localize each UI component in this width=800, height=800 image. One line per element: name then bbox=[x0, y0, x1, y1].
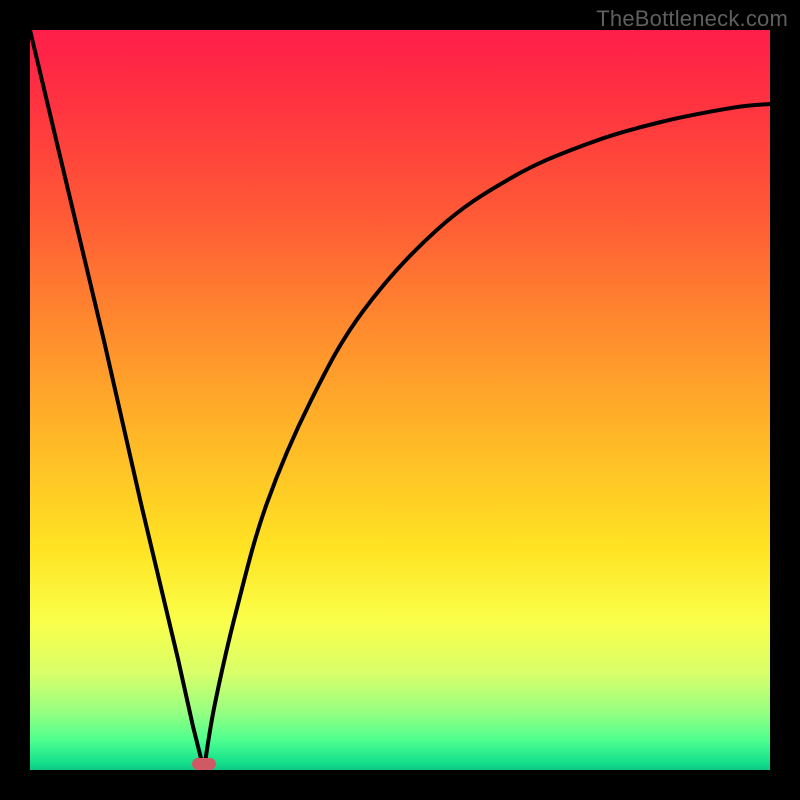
plot-area bbox=[30, 30, 770, 770]
watermark-text: TheBottleneck.com bbox=[596, 6, 788, 32]
chart-frame: TheBottleneck.com bbox=[0, 0, 800, 800]
bottleneck-marker bbox=[192, 758, 216, 770]
bottleneck-curve bbox=[30, 30, 770, 770]
